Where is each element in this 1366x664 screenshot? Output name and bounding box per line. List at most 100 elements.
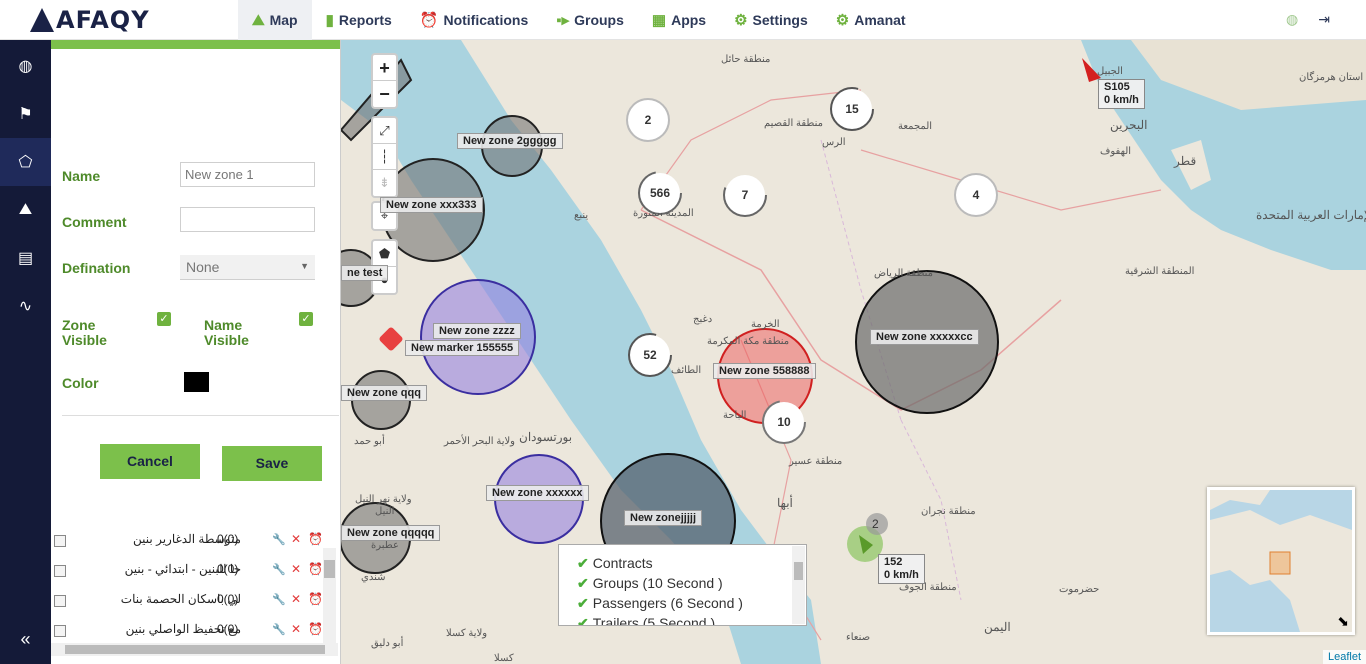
nav-map-label: Map — [269, 12, 298, 28]
layer-item[interactable]: ✔ Contracts — [577, 555, 653, 575]
route-icon[interactable]: ⇟ — [373, 170, 396, 196]
nav-map[interactable]: ⛰ Map — [238, 0, 312, 40]
zone-list-item[interactable]: لي باسكان الحصمة بنات 0(0) 🔧 ✕ ⏰ — [51, 587, 329, 615]
zone-label[interactable]: New zone xxxxxcc — [870, 329, 979, 345]
links-icon[interactable]: ∿ — [0, 282, 51, 330]
fullscreen-icon[interactable]: ⤢ — [373, 118, 396, 144]
zones-icon[interactable]: ⬠ — [0, 138, 51, 186]
wrench-icon[interactable]: 🔧 — [272, 533, 286, 546]
delete-icon[interactable]: ✕ — [291, 622, 301, 636]
nav-notifications[interactable]: ⏰ Notifications — [406, 0, 542, 40]
panel-accent-bar — [51, 40, 340, 49]
place-label: المجمعة — [898, 121, 933, 132]
vehicle-cluster[interactable]: 15 — [832, 89, 872, 129]
vehicle-label[interactable]: 152 0 km/h — [878, 554, 925, 584]
language-globe-icon[interactable]: ◍ — [1286, 11, 1298, 28]
delete-icon[interactable]: ✕ — [291, 592, 301, 606]
vehicle-cluster[interactable]: 52 — [630, 335, 670, 375]
logout-icon[interactable]: ⇥ — [1318, 11, 1330, 28]
zone-label[interactable]: New zonejjjjj — [624, 510, 703, 526]
routes-icon[interactable]: ⛰ — [0, 186, 51, 234]
vehicle-cluster-count[interactable]: 2 — [872, 517, 879, 531]
nav-apps[interactable]: ▦ Apps — [638, 0, 720, 40]
ruler-icon[interactable]: ┆ — [373, 144, 396, 170]
scrollbar-thumb[interactable] — [65, 645, 325, 654]
save-button[interactable]: Save — [222, 446, 322, 481]
vehicle-cluster[interactable]: 2 — [628, 100, 668, 140]
zone-list-vertical-scrollbar[interactable] — [323, 548, 336, 652]
zone-row-checkbox[interactable] — [54, 565, 66, 577]
delete-icon[interactable]: ✕ — [291, 562, 301, 576]
scrollbar-thumb[interactable] — [794, 562, 803, 580]
vehicle-cluster[interactable]: 4 — [956, 175, 996, 215]
color-swatch[interactable] — [184, 372, 209, 392]
zoom-in-button[interactable]: + — [373, 55, 396, 81]
zone-comment-input[interactable] — [180, 207, 315, 232]
minimap[interactable]: ⬊ — [1207, 487, 1355, 635]
layers-scrollbar[interactable] — [792, 546, 805, 624]
place-label: حضرموت — [1059, 584, 1100, 595]
vehicle-label[interactable]: S105 0 km/h — [1098, 79, 1145, 109]
zoom-out-button[interactable]: − — [373, 81, 396, 107]
definition-select[interactable]: None ▼ — [180, 255, 315, 280]
layer-item[interactable]: ✔ Passengers (6 Second ) — [577, 595, 743, 615]
scrollbar-thumb[interactable] — [324, 560, 335, 578]
afaqy-logo[interactable]: AFAQY — [30, 6, 150, 34]
main-nav: ⛰ Map ▮ Reports ⏰ Notifications ▪▸ Groups ▦ A… — [238, 0, 920, 40]
expand-minimap-icon[interactable]: ⬊ — [1337, 613, 1349, 630]
zone-list-item[interactable]: متوسطة الدغارير بنين 0(0) 🔧 ✕ ⏰ — [51, 527, 329, 555]
layers-panel[interactable]: ✔ Contracts ✔ Groups (10 Second ) ✔ Passeng… — [558, 544, 807, 626]
vehicle-cluster[interactable]: 10 — [764, 402, 804, 442]
wrench-icon[interactable]: 🔧 — [272, 593, 286, 606]
alarm-clock-icon[interactable]: ⏰ — [308, 622, 323, 636]
zone-label[interactable]: New zone xxxxxx — [486, 485, 589, 501]
zone-name-input[interactable] — [180, 162, 315, 187]
flag-icon[interactable]: ⚑ — [0, 90, 51, 138]
zone-label[interactable]: New zone xxx333 — [380, 197, 483, 213]
place-label: ينبع — [574, 210, 589, 221]
zone-row-checkbox[interactable] — [54, 535, 66, 547]
draw-polygon-icon[interactable]: ⬟ — [373, 241, 396, 267]
zone-row-checkbox[interactable] — [54, 595, 66, 607]
collapse-sidebar-icon[interactable]: « — [0, 629, 51, 650]
layer-label: Trailers (5 Second ) — [592, 615, 716, 626]
wrench-icon[interactable]: 🔧 — [272, 623, 286, 636]
vehicle-cluster[interactable]: 7 — [725, 175, 765, 215]
chevron-down-icon: ▼ — [300, 261, 309, 271]
zone-label[interactable]: New zone zzzz — [433, 323, 521, 339]
zone-label[interactable]: ne test — [341, 265, 389, 281]
clipboard-icon[interactable]: ▤ — [0, 234, 51, 282]
delete-icon[interactable]: ✕ — [291, 532, 301, 546]
zone-label[interactable]: New zone 558888 — [713, 363, 816, 379]
map-attribution[interactable]: Leaflet — [1322, 650, 1366, 664]
cancel-button[interactable]: Cancel — [100, 444, 200, 479]
globe-icon[interactable]: ◍ — [0, 42, 51, 90]
zone-row-checkbox[interactable] — [54, 625, 66, 637]
zone-list-horizontal-scrollbar[interactable] — [51, 643, 338, 656]
nav-groups[interactable]: ▪▸ Groups — [542, 0, 638, 40]
nav-amanat[interactable]: ⚙ Amanat — [822, 0, 920, 40]
definition-selected: None — [186, 259, 220, 275]
name-visible-checkbox[interactable]: ✓ — [299, 312, 313, 326]
nav-settings[interactable]: ⚙ Settings — [720, 0, 822, 40]
zone-label[interactable]: New marker 155555 — [405, 340, 520, 356]
place-label: الجبيل — [1097, 66, 1123, 77]
alarm-clock-icon[interactable]: ⏰ — [308, 532, 323, 546]
alarm-clock-icon[interactable]: ⏰ — [308, 592, 323, 606]
zone-list-item[interactable]: مع تحفيظ الواصلي بنين 0(0) 🔧 ✕ ⏰ — [51, 617, 329, 645]
wrench-icon[interactable]: 🔧 — [272, 563, 286, 576]
zone-label[interactable]: New zone 2ggggg — [457, 133, 563, 149]
alarm-clock-icon[interactable]: ⏰ — [308, 562, 323, 576]
vehicle-cluster[interactable]: 566 — [640, 173, 680, 213]
zone-label[interactable]: New zone qqqqq — [341, 525, 441, 541]
nav-reports[interactable]: ▮ Reports — [312, 0, 406, 40]
layer-item[interactable]: ✔ Groups (10 Second ) — [577, 575, 723, 595]
zone-label[interactable]: New zone qqq — [341, 385, 427, 401]
layer-item[interactable]: ✔ Trailers (5 Second ) — [577, 615, 716, 626]
name-visible-label: Name Visible — [204, 318, 249, 348]
zone-list-item[interactable]: حا للبنين - ابتدائي - بنين 0(0) 🔧 ✕ ⏰ — [51, 557, 329, 585]
map-canvas[interactable]: المدينة المنورة ينبع الطائف الرس الهفوف … — [341, 40, 1366, 664]
vehicle-name: 152 — [884, 556, 903, 568]
zone-visible-checkbox[interactable]: ✓ — [157, 312, 171, 326]
vehicle-speed: 0 km/h — [884, 569, 919, 581]
